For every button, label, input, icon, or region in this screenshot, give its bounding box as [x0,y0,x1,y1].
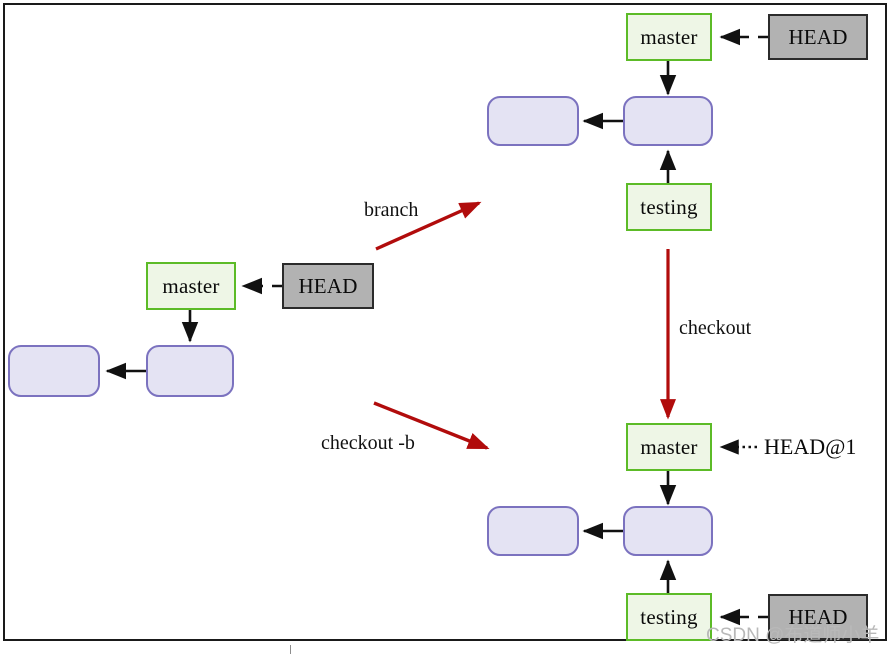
topright-branch-master[interactable]: master [626,13,712,61]
left-branch-master[interactable]: master [146,262,236,310]
left-head-label: HEAD [298,273,358,298]
page-bottom-sliver [0,645,895,654]
topright-branch-testing-label: testing [640,194,698,219]
topright-branch-testing[interactable]: testing [626,183,712,231]
left-commit-older[interactable] [8,345,100,397]
bottomright-commit-older[interactable] [487,506,579,556]
csdn-watermark: CSDN @布道师小羊 [706,625,880,646]
edge-label-checkout: checkout [679,317,752,339]
bottomright-branch-testing[interactable]: testing [626,593,712,641]
bottomright-branch-testing-label: testing [640,604,698,629]
bottomright-branch-master[interactable]: master [626,423,712,471]
diagram-frame [3,3,887,641]
diagram-canvas: master HEAD master HEAD testing master H… [0,0,895,654]
edge-label-branch: branch [364,199,419,221]
left-branch-master-label: master [162,273,220,298]
topright-branch-master-label: master [640,24,698,49]
sliver-divider [290,645,291,654]
edge-label-checkout-b: checkout -b [321,432,415,454]
left-commit-newer[interactable] [146,345,234,397]
bottomright-head-ref-label: HEAD@1 [764,434,857,459]
topright-commit-newer[interactable] [623,96,713,146]
topright-head-label: HEAD [788,24,848,49]
left-head-box[interactable]: HEAD [282,263,374,309]
topright-commit-older[interactable] [487,96,579,146]
bottomright-commit-newer[interactable] [623,506,713,556]
bottomright-branch-master-label: master [640,434,698,459]
topright-head-box[interactable]: HEAD [768,14,868,60]
